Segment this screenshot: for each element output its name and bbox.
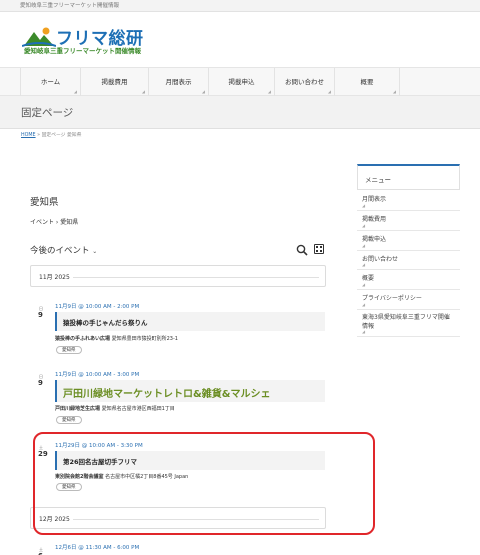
page-header: 固定ページ	[0, 96, 480, 129]
view-toggle-icon[interactable]	[314, 244, 324, 254]
nav-pricing[interactable]: 掲載費用 ◢	[80, 68, 148, 96]
main-nav: ホーム ◢ 掲載費用 ◢ 月間表示 ◢ 掲載申込 ◢ お問い合わせ ◢ 概要 ◢	[0, 67, 480, 96]
sidebar-item-monthly[interactable]: 月間表示 ◢	[357, 192, 460, 211]
nav-home-label: ホーム	[40, 78, 61, 86]
sidebar-item-contact[interactable]: お問い合わせ ◢	[357, 251, 460, 270]
month-label: 11月 2025	[39, 274, 70, 281]
chevron-icon: ◢	[362, 282, 366, 287]
nav-monthly-label: 月間表示	[165, 78, 192, 86]
event-title-box[interactable]: 猿投棒の手じゃんだら祭りん	[55, 312, 325, 331]
nav-contact-label: お問い合わせ	[285, 78, 324, 86]
sidebar-title: メニュー	[365, 176, 391, 184]
event-day: 9	[38, 311, 43, 319]
chevron-down-icon: ◢	[141, 89, 145, 94]
chevron-down-icon: ⌄	[92, 248, 98, 255]
venue-address: 愛知県名古屋市港区西福田1丁目	[101, 406, 175, 412]
event-title-box[interactable]: 戸田川緑地マーケットレトロ&雑貨&マルシェ	[55, 380, 325, 402]
event-title[interactable]: 猿投棒の手じゃんだら祭りん	[63, 317, 148, 327]
nav-pricing-label: 掲載費用	[101, 78, 128, 86]
nav-apply-label: 掲載申込	[228, 78, 255, 86]
nav-home[interactable]: ホーム ◢	[20, 68, 80, 96]
event-venue: 猿投棒の手ふれあい広場 愛知県豊田市猿投町別所23-1	[55, 335, 178, 342]
events-breadcrumb[interactable]: イベント › 愛知県	[30, 217, 78, 226]
chevron-down-icon: ◢	[201, 89, 205, 94]
nav-apply[interactable]: 掲載申込 ◢	[208, 68, 274, 96]
event-datetime: 12月6日 @ 11:30 AM - 6:00 PM	[55, 545, 140, 551]
month-separator: 11月 2025	[30, 265, 326, 287]
sidebar-item-privacy[interactable]: プライバシーポリシー ◢	[357, 290, 460, 310]
category-tag[interactable]: 愛知県	[56, 346, 82, 354]
event-datetime: 11月9日 @ 10:00 AM - 3:00 PM	[55, 372, 140, 378]
upcoming-label: 今後のイベント	[30, 246, 90, 256]
logo-subtitle: 愛知岐阜三重フリーマーケット開催情報	[24, 47, 141, 55]
event-datetime: 11月9日 @ 10:00 AM - 2:00 PM	[55, 304, 140, 310]
category-tag[interactable]: 愛知県	[56, 416, 82, 424]
venue-name: 戸田川緑地芝生広場	[55, 406, 101, 412]
breadcrumb-home-link[interactable]: HOME	[21, 133, 36, 138]
venue-address: 愛知県豊田市猿投町別所23-1	[111, 336, 178, 342]
sidebar-item-tokai[interactable]: 東海3県愛知岐阜三重フリマ開催情報 ◢	[357, 310, 460, 337]
highlight-box	[33, 432, 375, 535]
chevron-icon: ◢	[362, 203, 366, 208]
event-title[interactable]: 戸田川緑地マーケットレトロ&雑貨&マルシェ	[63, 385, 270, 400]
sidebar-header: メニュー	[357, 164, 460, 190]
upcoming-events-dropdown[interactable]: 今後のイベント ⌄	[30, 244, 97, 256]
sidebar-item-about[interactable]: 概要 ◢	[357, 270, 460, 290]
site-topbar: 愛知岐阜三重フリーマーケット開催情報	[0, 0, 480, 12]
topbar-text: 愛知岐阜三重フリーマーケット開催情報	[20, 3, 120, 9]
chevron-down-icon: ◢	[267, 89, 271, 94]
chevron-icon: ◢	[362, 243, 366, 248]
nav-about-label: 概要	[360, 78, 374, 86]
breadcrumb: HOME » 固定ページ 愛知県	[21, 131, 81, 138]
search-icon[interactable]	[296, 244, 308, 256]
category-title: 愛知県	[30, 197, 59, 208]
breadcrumb-current: 固定ページ 愛知県	[41, 133, 82, 138]
nav-about[interactable]: 概要 ◢	[334, 68, 400, 96]
chevron-icon: ◢	[362, 302, 366, 307]
chevron-icon: ◢	[362, 329, 366, 334]
chevron-icon: ◢	[362, 262, 366, 267]
nav-monthly[interactable]: 月間表示 ◢	[148, 68, 208, 96]
sidebar-item-pricing[interactable]: 掲載費用 ◢	[357, 211, 460, 231]
chevron-icon: ◢	[362, 223, 366, 228]
chevron-down-icon: ◢	[73, 89, 77, 94]
event-venue: 戸田川緑地芝生広場 愛知県名古屋市港区西福田1丁目	[55, 405, 175, 412]
chevron-down-icon: ◢	[327, 89, 331, 94]
site-logo[interactable]: フリマ総研 愛知岐阜三重フリーマーケット開催情報	[22, 26, 162, 56]
sidebar-item-apply[interactable]: 掲載申込 ◢	[357, 231, 460, 251]
chevron-down-icon: ◢	[392, 89, 396, 94]
page-title: 固定ページ	[21, 107, 74, 119]
venue-name: 猿投棒の手ふれあい広場	[55, 336, 111, 342]
event-day: 9	[38, 379, 43, 387]
nav-contact[interactable]: お問い合わせ ◢	[274, 68, 334, 96]
